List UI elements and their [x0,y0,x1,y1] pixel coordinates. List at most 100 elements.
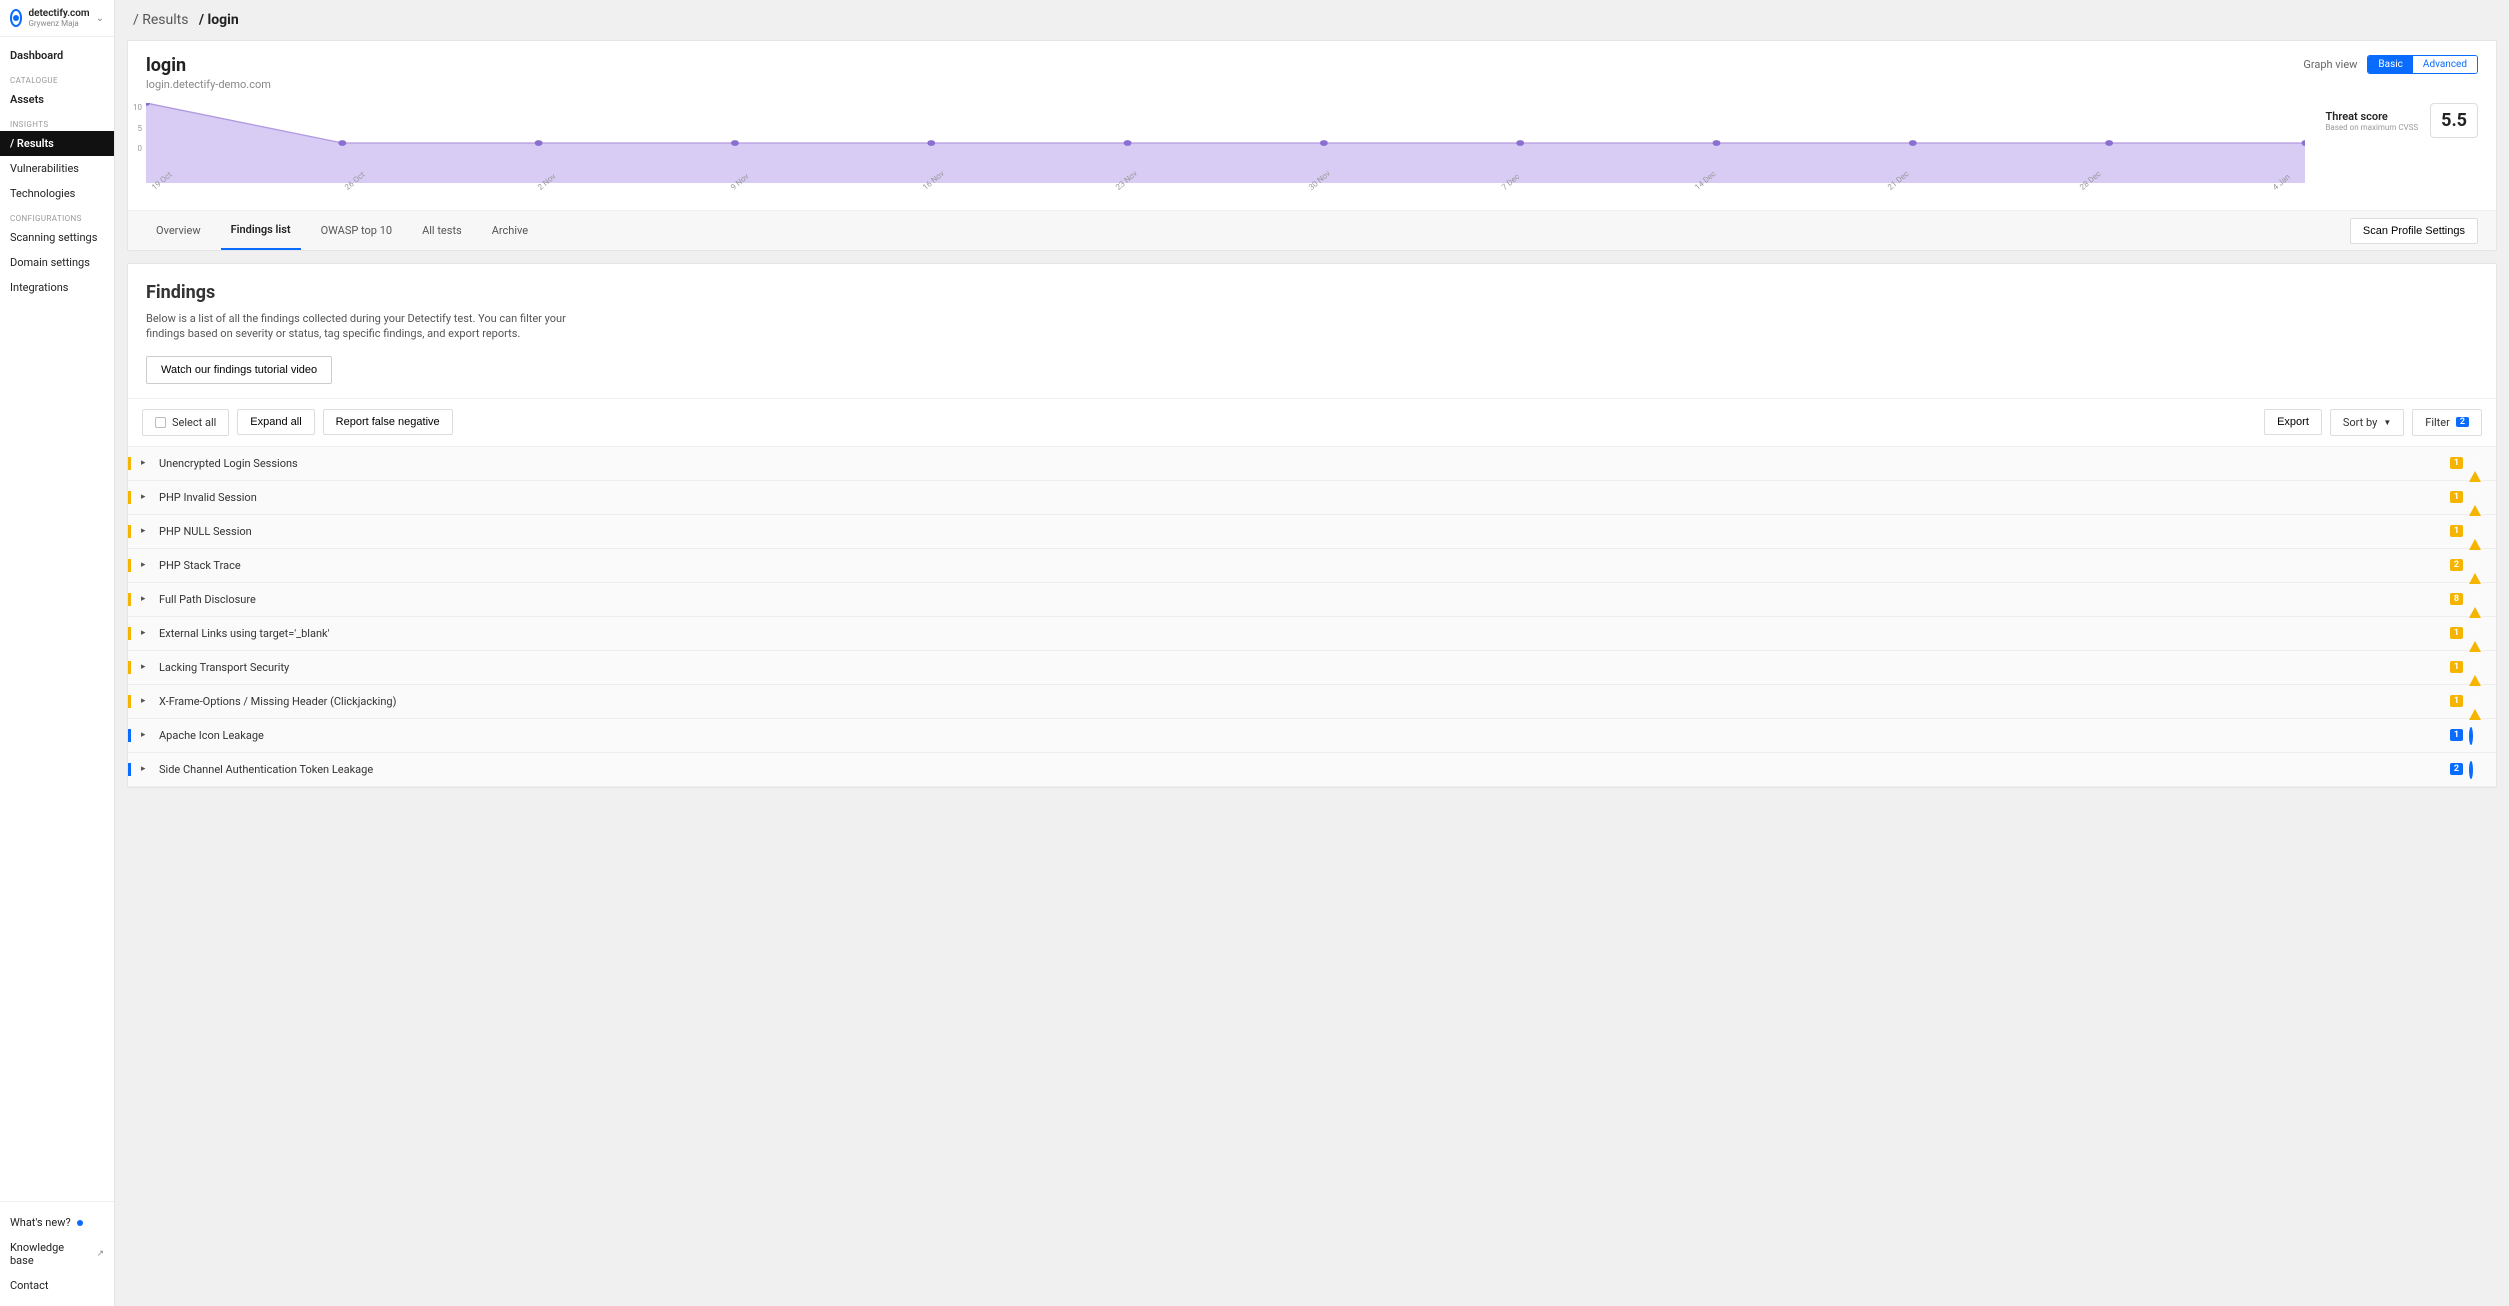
finding-count-badge: 1 [2450,491,2463,503]
sidebar-item-dashboard[interactable]: Dashboard [0,43,114,68]
finding-meta: 1 [2450,491,2482,504]
threat-chart: 10 5 0 19 Oct26 Oct2 Nov9 Nov16 Nov23 No… [146,103,2305,194]
checkbox-icon [155,417,166,428]
tab-all-tests[interactable]: All tests [412,212,472,249]
finding-row[interactable]: ▸PHP Invalid Session1 [128,481,2496,515]
finding-row[interactable]: ▸ Unencrypted Login Sessions1 [128,447,2496,481]
severity-bar [128,457,131,470]
threat-score-value: 5.5 [2430,103,2478,138]
expand-caret-icon[interactable]: ▸ [141,628,149,638]
findings-panel: Findings Below is a list of all the find… [127,263,2497,788]
finding-meta: 1 [2450,627,2482,640]
warning-triangle-icon [2469,695,2482,708]
finding-count-badge: 8 [2450,593,2463,605]
tab-owasp[interactable]: OWASP top 10 [311,212,403,249]
sidebar-item-knowledge-base[interactable]: Knowledge base ↗ [0,1235,114,1273]
finding-row[interactable]: ▸ Side Channel Authentication Token Leaka… [128,753,2496,787]
expand-caret-icon[interactable]: ▸ [141,764,149,774]
y-tick: 5 [128,124,142,133]
sidebar: detectify.com Grywenz Maja ⌄ Dashboard C… [0,0,115,1306]
sidebar-item-whats-new[interactable]: What's new? [0,1210,114,1235]
select-all-button[interactable]: Select all [142,409,229,436]
export-button[interactable]: Export [2264,409,2322,435]
finding-name: Unencrypted Login Sessions [159,457,2450,470]
expand-caret-icon[interactable]: ▸ [141,492,149,502]
info-circle-icon [2469,729,2482,742]
sidebar-item-vulnerabilities[interactable]: Vulnerabilities [0,156,114,181]
sidebar-item-technologies[interactable]: Technologies [0,181,114,206]
findings-toolbar: Select all Expand all Report false negat… [128,398,2496,447]
finding-row[interactable]: ▸PHP Stack Trace2 [128,549,2496,583]
chart-y-ticks: 10 5 0 [128,103,142,153]
finding-meta: 2 [2450,763,2482,776]
expand-caret-icon[interactable]: ▸ [141,594,149,604]
sidebar-item-domain-settings[interactable]: Domain settings [0,250,114,275]
threat-score-sub: Based on maximum CVSS [2325,123,2418,132]
sidebar-item-scanning-settings[interactable]: Scanning settings [0,225,114,250]
filter-button[interactable]: Filter 2 [2412,409,2482,436]
workspace-user: Grywenz Maja [28,19,89,28]
findings-description: Below is a list of all the findings coll… [146,311,566,342]
warning-triangle-icon [2469,593,2482,606]
finding-row[interactable]: ▸Apache Icon Leakage1 [128,719,2496,753]
sidebar-section-insights: INSIGHTS [0,112,114,131]
finding-name: Side Channel Authentication Token Leakag… [159,763,2450,776]
profile-header-panel: login login.detectify-demo.com Graph vie… [127,40,2497,251]
finding-name: Apache Icon Leakage [159,729,2450,742]
tab-findings-list[interactable]: Findings list [221,211,301,250]
workspace-switcher[interactable]: detectify.com Grywenz Maja ⌄ [0,0,114,37]
severity-bar [128,559,131,572]
finding-count-badge: 1 [2450,457,2463,469]
chevron-down-icon: ⌄ [96,13,104,24]
severity-bar [128,695,131,708]
warning-triangle-icon [2469,491,2482,504]
whats-new-label: What's new? [10,1216,71,1229]
severity-bar [128,525,131,538]
expand-caret-icon[interactable]: ▸ [141,458,149,468]
severity-bar [128,593,131,606]
sidebar-footer: What's new? Knowledge base ↗ Contact [0,1201,114,1306]
tab-archive[interactable]: Archive [482,212,538,249]
finding-name: PHP Stack Trace [159,559,2450,572]
finding-row[interactable]: ▸PHP NULL Session1 [128,515,2496,549]
toggle-advanced[interactable]: Advanced [2413,56,2477,73]
sidebar-item-integrations[interactable]: Integrations [0,275,114,300]
expand-caret-icon[interactable]: ▸ [141,662,149,672]
severity-bar [128,763,131,776]
breadcrumb-results[interactable]: / Results [133,12,188,28]
main-content: / Results / login login login.detectify-… [115,0,2509,1306]
graph-view-toggle: Basic Advanced [2367,55,2478,74]
expand-caret-icon[interactable]: ▸ [141,696,149,706]
finding-name: Full Path Disclosure [159,593,2450,606]
tab-overview[interactable]: Overview [146,212,211,249]
finding-row[interactable]: ▸External Links using target='_blank'1 [128,617,2496,651]
expand-caret-icon[interactable]: ▸ [141,526,149,536]
sort-by-button[interactable]: Sort by ▼ [2330,409,2404,436]
sort-by-label: Sort by [2343,416,2377,429]
profile-hostname: login.detectify-demo.com [146,78,271,91]
finding-meta: 1 [2450,457,2482,470]
notification-dot-icon [77,1220,83,1226]
sidebar-item-assets[interactable]: Assets [0,87,114,112]
report-false-negative-button[interactable]: Report false negative [323,409,453,435]
severity-bar [128,491,131,504]
profile-title: login [146,55,271,76]
scan-profile-settings-button[interactable]: Scan Profile Settings [2350,218,2478,244]
graph-view-label: Graph view [2303,58,2357,71]
finding-row[interactable]: ▸ X-Frame-Options / Missing Header (Click… [128,685,2496,719]
toggle-basic[interactable]: Basic [2368,56,2413,73]
tutorial-video-button[interactable]: Watch our findings tutorial video [146,356,332,384]
expand-caret-icon[interactable]: ▸ [141,560,149,570]
finding-row[interactable]: ▸ Full Path Disclosure8 [128,583,2496,617]
expand-all-button[interactable]: Expand all [237,409,314,435]
filter-label: Filter [2425,416,2450,429]
expand-caret-icon[interactable]: ▸ [141,730,149,740]
sidebar-item-contact[interactable]: Contact [0,1273,114,1298]
severity-bar [128,661,131,674]
finding-row[interactable]: ▸Lacking Transport Security1 [128,651,2496,685]
sidebar-item-results[interactable]: / Results [0,131,114,156]
finding-meta: 1 [2450,525,2482,538]
finding-count-badge: 1 [2450,661,2463,673]
finding-name: X-Frame-Options / Missing Header (Clickj… [159,695,2450,708]
chart-x-labels: 19 Oct26 Oct2 Nov9 Nov16 Nov23 Nov30 Nov… [146,185,2305,194]
